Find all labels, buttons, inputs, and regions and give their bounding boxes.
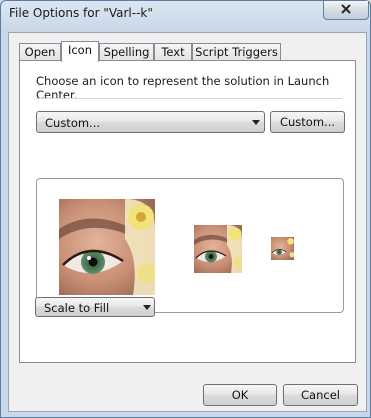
custom-button[interactable]: Custom... xyxy=(270,111,345,133)
close-button[interactable] xyxy=(323,1,369,20)
tab-spelling[interactable]: Spelling xyxy=(99,43,154,60)
cancel-button-label: Cancel xyxy=(301,388,340,402)
icon-preview-area xyxy=(36,178,344,313)
separator xyxy=(36,98,342,99)
icon-preview-large xyxy=(59,199,155,295)
tab-open-label: Open xyxy=(24,45,56,59)
ok-button[interactable]: OK xyxy=(203,384,277,406)
tab-icon-label: Icon xyxy=(67,43,93,57)
close-x-icon xyxy=(341,3,351,17)
tab-open[interactable]: Open xyxy=(19,43,61,60)
icon-source-value: Custom... xyxy=(45,116,101,130)
chevron-down-icon xyxy=(252,120,260,125)
dialog-body: Open Icon Spelling Text Script Triggers … xyxy=(8,32,367,412)
tab-text[interactable]: Text xyxy=(154,43,192,60)
window-title: File Options for "Varl--k" xyxy=(9,6,153,20)
ok-button-label: OK xyxy=(231,388,249,402)
icon-source-dropdown[interactable]: Custom... xyxy=(36,111,265,133)
tab-icon[interactable]: Icon xyxy=(61,41,99,62)
tab-spelling-label: Spelling xyxy=(103,45,150,59)
scaling-value: Scale to Fill xyxy=(44,301,110,315)
dialog-window: File Options for "Varl--k" Open Icon Spe… xyxy=(0,0,371,418)
chevron-down-icon xyxy=(143,305,151,310)
cancel-button[interactable]: Cancel xyxy=(283,384,358,406)
icon-preview-medium xyxy=(194,225,242,273)
icon-preview-small xyxy=(271,237,294,260)
icon-tab-panel: Choose an icon to represent the solution… xyxy=(19,60,356,363)
tab-script-triggers[interactable]: Script Triggers xyxy=(192,43,281,60)
custom-button-label: Custom... xyxy=(279,115,336,129)
tab-text-label: Text xyxy=(161,45,185,59)
scaling-dropdown[interactable]: Scale to Fill xyxy=(35,297,155,317)
tab-script-triggers-label: Script Triggers xyxy=(195,45,278,59)
